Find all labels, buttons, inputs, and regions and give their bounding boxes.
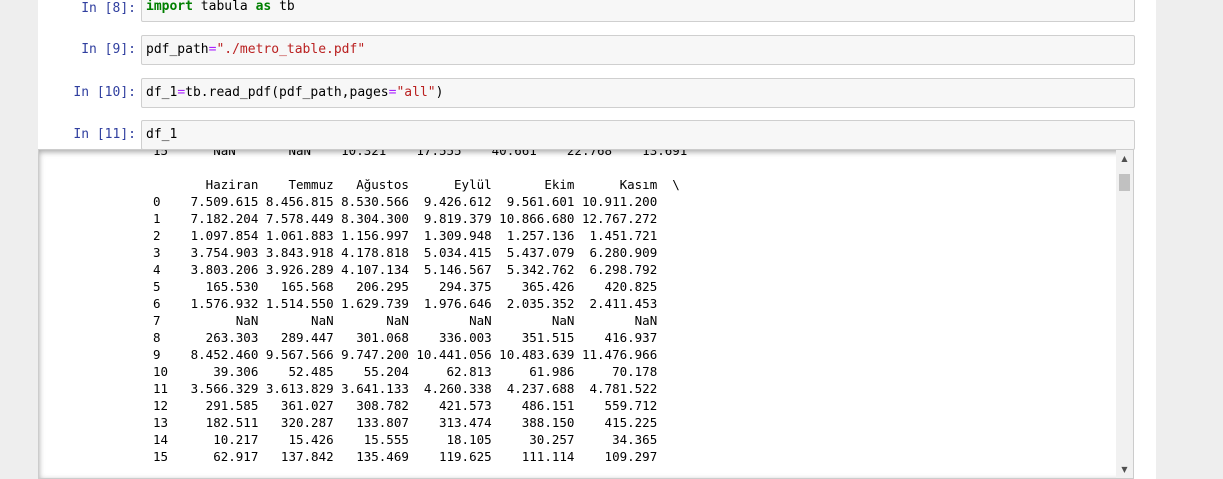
table-row: 5 165.530 165.568 206.295 294.375 365.42… bbox=[153, 279, 658, 294]
table-row: 14 10.217 15.426 15.555 18.105 30.257 34… bbox=[153, 432, 658, 447]
table-row: 2 1.097.854 1.061.883 1.156.997 1.309.94… bbox=[153, 228, 658, 243]
partial-row: 15 NaN NaN 10.321 17.555 40.661 22.768 1… bbox=[153, 149, 688, 158]
table-row: 12 291.585 361.027 308.782 421.573 486.1… bbox=[153, 398, 658, 413]
code-token: tb bbox=[271, 0, 295, 14]
cell-prompt-8: In [8]: bbox=[81, 1, 136, 16]
code-token: "./metro_table.pdf" bbox=[216, 42, 366, 57]
table-row: 7 NaN NaN NaN NaN NaN NaN bbox=[153, 313, 658, 328]
code-token: tb.read_pdf(pdf_path,pages bbox=[185, 85, 389, 100]
table-row: 15 62.917 137.842 135.469 119.625 111.11… bbox=[153, 449, 658, 464]
table-row: 6 1.576.932 1.514.550 1.629.739 1.976.64… bbox=[153, 296, 658, 311]
table-row: 3 3.754.903 3.843.918 4.178.818 5.034.41… bbox=[153, 245, 658, 260]
code-token: = bbox=[177, 85, 186, 100]
code-token: import bbox=[146, 0, 193, 14]
code-token: tabula bbox=[192, 0, 256, 14]
table-row: 0 7.509.615 8.456.815 8.530.566 9.426.61… bbox=[153, 194, 658, 209]
scrollbar-thumb[interactable] bbox=[1119, 174, 1130, 191]
table-header: Haziran Temmuz Ağustos Eylül Ekim Kasım … bbox=[153, 177, 680, 192]
table-row: 8 263.303 289.447 301.068 336.003 351.51… bbox=[153, 330, 658, 345]
cell-prompt-9: In [9]: bbox=[81, 42, 136, 57]
code-token: as bbox=[255, 0, 272, 14]
code-token: df_1 bbox=[146, 85, 178, 100]
output-scrollbar[interactable]: ▲ ▼ bbox=[1116, 150, 1133, 478]
code-token: df_1 bbox=[146, 127, 178, 142]
table-row: 10 39.306 52.485 55.204 62.813 61.986 70… bbox=[153, 364, 658, 379]
table-row: 13 182.511 320.287 133.807 313.474 388.1… bbox=[153, 415, 658, 430]
code-cell-10[interactable]: df_1=tb.read_pdf(pdf_path,pages="all") bbox=[141, 78, 1135, 108]
table-row: 9 8.452.460 9.567.566 9.747.200 10.441.0… bbox=[153, 347, 658, 362]
table-row: 1 7.182.204 7.578.449 8.304.300 9.819.37… bbox=[153, 211, 658, 226]
output-area[interactable]: 15 NaN NaN 10.321 17.555 40.661 22.768 1… bbox=[38, 149, 1134, 479]
scroll-up-icon[interactable]: ▲ bbox=[1116, 150, 1133, 167]
scroll-down-icon[interactable]: ▼ bbox=[1116, 461, 1133, 478]
code-cell-8[interactable]: import tabula as tb bbox=[141, 0, 1135, 22]
cell-prompt-11: In [11]: bbox=[73, 127, 136, 142]
table-row: 4 3.803.206 3.926.289 4.107.134 5.146.56… bbox=[153, 262, 658, 277]
table-row: 11 3.566.329 3.613.829 3.641.133 4.260.3… bbox=[153, 381, 658, 396]
code-token: "all" bbox=[396, 85, 436, 100]
code-cell-11[interactable]: df_1 bbox=[141, 120, 1135, 150]
dataframe-output: 15 NaN NaN 10.321 17.555 40.661 22.768 1… bbox=[153, 149, 688, 465]
code-cell-9[interactable]: pdf_path="./metro_table.pdf" bbox=[141, 35, 1135, 65]
code-token: pdf_path bbox=[146, 42, 209, 57]
cell-prompt-10: In [10]: bbox=[73, 85, 136, 100]
code-token: ) bbox=[435, 85, 444, 100]
